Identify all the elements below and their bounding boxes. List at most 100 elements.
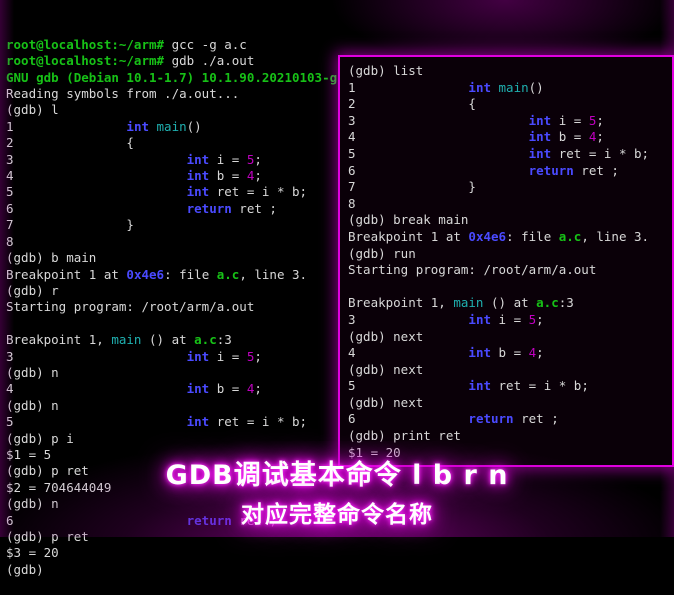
terminal-text: (gdb) break main xyxy=(348,212,469,228)
terminal-line: $3 = 20 xyxy=(6,545,668,561)
terminal-text: int xyxy=(186,151,210,167)
terminal-text: i xyxy=(551,112,574,128)
terminal-text: a.c xyxy=(558,228,582,244)
terminal-text: () xyxy=(186,118,202,134)
terminal-text: () xyxy=(528,79,544,95)
terminal-line: (gdb) next xyxy=(348,329,664,346)
terminal-text: i xyxy=(536,378,559,394)
terminal-line: (gdb) next xyxy=(348,362,664,379)
terminal-text: i xyxy=(254,184,277,200)
terminal-text: 3 xyxy=(348,112,529,128)
terminal-text: b xyxy=(491,345,514,361)
terminal-text: int xyxy=(468,378,491,394)
terminal-text: 3 xyxy=(6,348,187,364)
terminal-line: (gdb) xyxy=(6,562,668,578)
terminal-text: = xyxy=(513,311,522,327)
terminal-line: $2 = 704644049 xyxy=(6,480,668,496)
terminal-text: , line 3. xyxy=(581,228,650,244)
terminal-text: (gdb) l xyxy=(6,102,59,118)
terminal-text: 2 { xyxy=(348,96,476,112)
terminal-text: ret xyxy=(551,145,589,161)
terminal-text: i xyxy=(596,145,619,161)
terminal-text: ; xyxy=(269,200,277,216)
terminal-text: b xyxy=(209,168,232,184)
terminal-text: 0x4e6 xyxy=(468,228,507,244)
terminal-text: 8 xyxy=(348,195,356,211)
terminal-text: 5 xyxy=(348,145,529,161)
terminal-text: a.c xyxy=(216,266,240,282)
terminal-text: 6 xyxy=(348,411,469,427)
terminal-line: 3 int i = 5; xyxy=(348,113,664,130)
terminal-text: (gdb) n xyxy=(6,397,59,413)
terminal-text: 4 xyxy=(6,168,187,184)
terminal-line: $1 = 20 xyxy=(348,445,664,462)
terminal-line: 2 { xyxy=(348,96,664,113)
terminal-text: root@localhost:~/arm# xyxy=(6,36,165,52)
terminal-line: 7 } xyxy=(348,179,664,196)
terminal-text: Reading symbols from xyxy=(6,86,165,102)
terminal-text: int xyxy=(528,112,552,128)
terminal-text: ret xyxy=(573,162,612,178)
terminal-text: Breakpoint 1 at xyxy=(6,266,127,282)
terminal-line: (gdb) print ret xyxy=(348,428,664,445)
terminal-text: Breakpoint 1, xyxy=(6,332,112,348)
terminal-text: : file xyxy=(164,266,217,282)
terminal-line: 6 return ret ; xyxy=(348,411,664,428)
terminal-text: return xyxy=(528,162,574,178)
terminal-text: (gdb) next xyxy=(348,328,424,344)
terminal-text: gdb ./a.out xyxy=(164,53,255,69)
terminal-text: 5 xyxy=(348,378,469,394)
terminal-text: int xyxy=(186,184,210,200)
terminal-text: 4 xyxy=(348,345,469,361)
terminal-text: ; xyxy=(536,345,544,361)
terminal-text: (gdb) r xyxy=(6,282,59,298)
terminal-line: 6 return ret ; xyxy=(348,163,664,180)
terminal-text: (gdb) n xyxy=(6,496,59,512)
inset-terminal-window[interactable]: (gdb) list 1 int main() 2 {3 int i = 5; 4 i… xyxy=(338,55,674,467)
terminal-line: root@localhost:~/arm# gcc -g a.c xyxy=(6,37,668,53)
terminal-text: 8 xyxy=(6,233,14,249)
terminal-line: 6 return ret ; xyxy=(6,513,668,529)
terminal-text: b; xyxy=(566,378,589,394)
terminal-text: ... xyxy=(216,86,240,102)
terminal-text: return xyxy=(186,512,232,528)
terminal-text: (gdb) next xyxy=(348,394,424,410)
terminal-text: ; xyxy=(551,411,559,427)
terminal-line: 3 int i = 5; xyxy=(348,312,664,329)
terminal-text: (gdb) p i xyxy=(6,430,74,446)
terminal-text: ; xyxy=(269,512,277,528)
terminal-text: (gdb) p ret xyxy=(6,463,89,479)
terminal-text: (gdb) next xyxy=(348,361,424,377)
terminal-text: b; xyxy=(284,184,308,200)
terminal-text: b; xyxy=(626,145,650,161)
terminal-text: 4 xyxy=(6,381,187,397)
terminal-text: b xyxy=(551,129,574,145)
terminal-line: 5 int ret = i * b; xyxy=(348,378,664,395)
terminal-text: (gdb) n xyxy=(6,364,59,380)
terminal-line: (gdb) list xyxy=(348,63,664,80)
terminal-text: (gdb) b main xyxy=(6,250,97,266)
terminal-text: $2 = 704644049 xyxy=(6,479,112,495)
terminal-text: b; xyxy=(284,414,308,430)
terminal-text: i xyxy=(209,151,232,167)
terminal-line: 1 int main() xyxy=(348,80,664,97)
terminal-text: int xyxy=(528,129,552,145)
terminal-text: ; xyxy=(254,151,262,167)
terminal-text: :3 xyxy=(558,295,574,311)
terminal-text: main xyxy=(498,79,529,95)
terminal-text: Breakpoint 1 at xyxy=(348,228,469,244)
terminal-text: int xyxy=(186,414,210,430)
terminal-text: 5 xyxy=(6,414,187,430)
terminal-text: (Debian 10.1-1.7) 10.1.90.20210103-git xyxy=(58,69,353,85)
terminal-text: int xyxy=(528,145,552,161)
terminal-text: b xyxy=(209,381,232,397)
terminal-text: , line 3. xyxy=(239,266,308,282)
terminal-text: i xyxy=(254,414,277,430)
